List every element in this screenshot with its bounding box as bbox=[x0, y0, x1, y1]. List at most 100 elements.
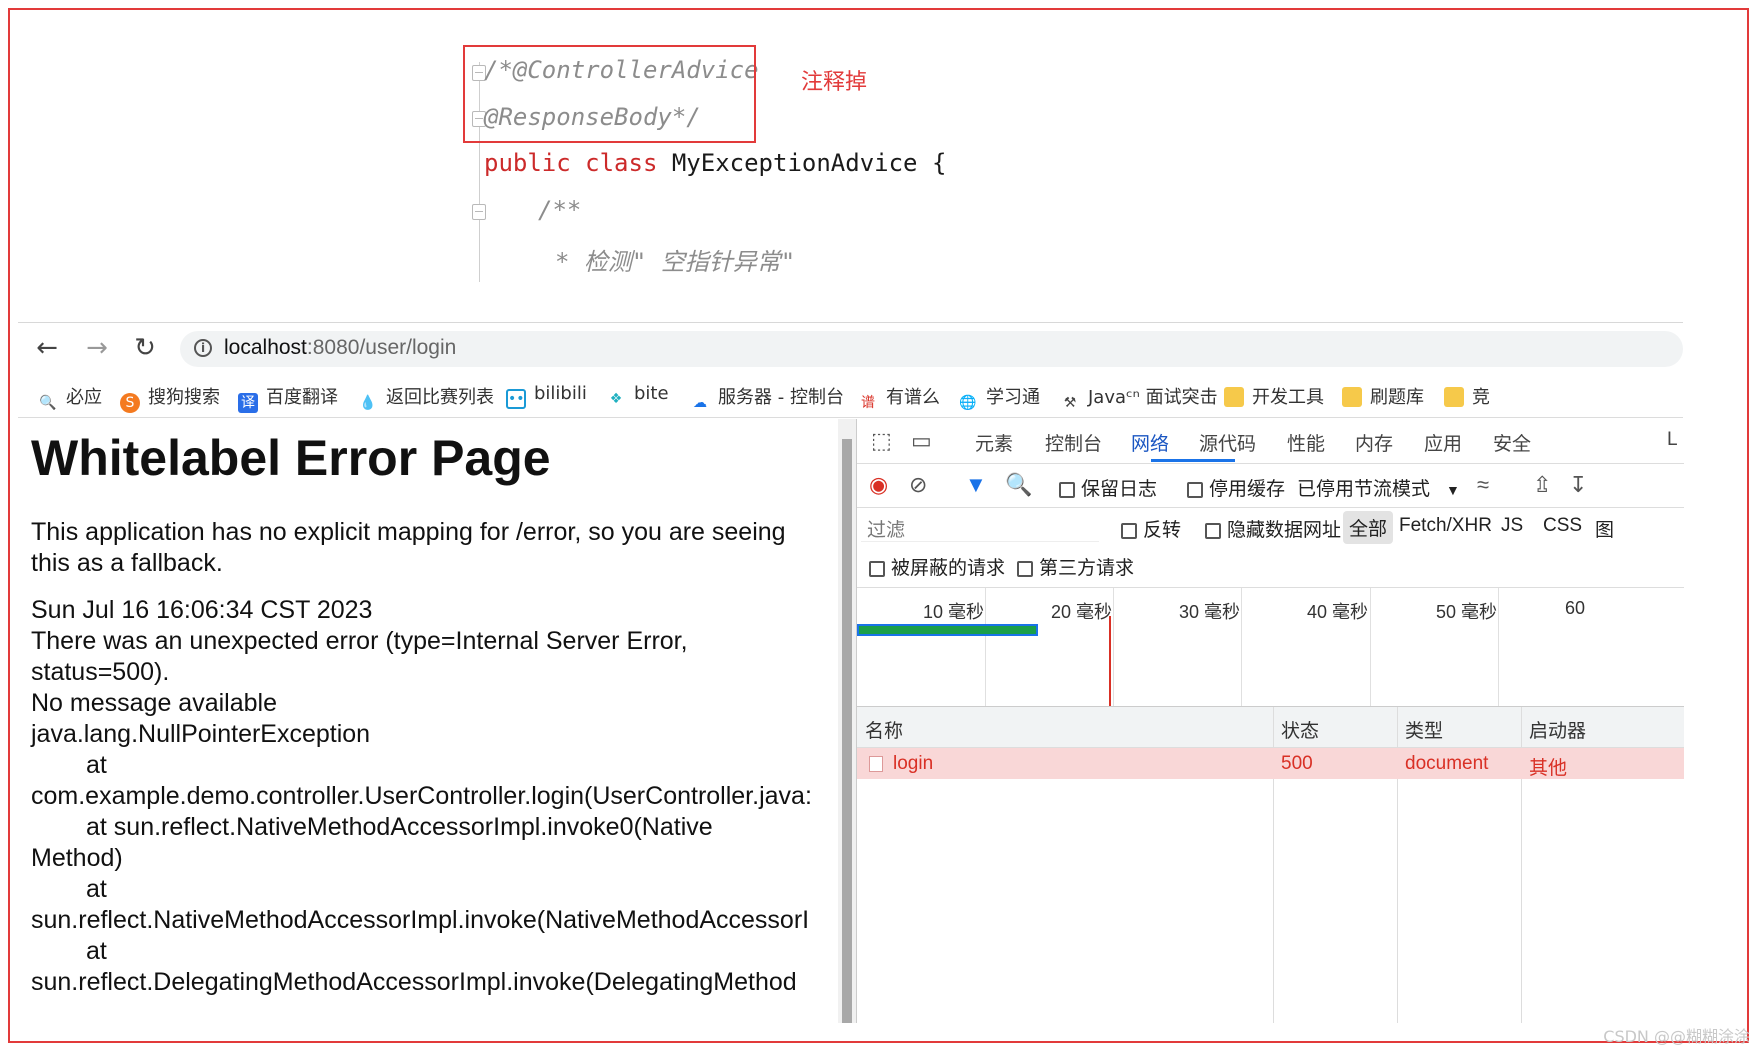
error-type-line2: status=500). bbox=[31, 658, 170, 686]
checkbox-icon[interactable] bbox=[1121, 523, 1137, 539]
bookmark-sogou[interactable]: S 搜狗搜索 bbox=[120, 383, 220, 413]
timeline-gridline bbox=[1498, 588, 1499, 706]
column-header-type[interactable]: 类型 bbox=[1405, 716, 1443, 743]
folder-icon bbox=[1224, 387, 1244, 407]
hammer-icon: ⚒ bbox=[1063, 395, 1077, 411]
checkbox-icon[interactable] bbox=[869, 561, 885, 577]
blocked-requests-checkbox[interactable]: 被屏蔽的请求 bbox=[869, 553, 1005, 580]
tab-console[interactable]: 控制台 bbox=[1045, 429, 1102, 456]
checkbox-icon[interactable] bbox=[1017, 561, 1033, 577]
fold-icon[interactable] bbox=[472, 204, 486, 220]
type-filter-fetch-xhr[interactable]: Fetch/XHR bbox=[1399, 515, 1492, 537]
tab-application[interactable]: 应用 bbox=[1424, 429, 1462, 456]
invert-label: 反转 bbox=[1143, 520, 1182, 541]
network-conditions-icon[interactable]: ≈ bbox=[1477, 473, 1489, 497]
active-tab-indicator bbox=[1151, 459, 1235, 462]
device-toolbar-icon[interactable]: ▭ bbox=[911, 429, 932, 453]
cloud-icon: ☁ bbox=[693, 395, 707, 411]
bookmark-baidu-translate[interactable]: 译百度翻译 bbox=[238, 383, 338, 413]
site-info-icon[interactable]: i bbox=[194, 339, 212, 357]
preserve-log-label: 保留日志 bbox=[1081, 479, 1158, 500]
bookmark-bing[interactable]: 🔍 必应 bbox=[38, 383, 102, 413]
bookmark-java-interview[interactable]: ⚒ Javaᶜⁿ 面试突击 bbox=[1060, 383, 1218, 413]
clear-icon[interactable]: ⊘ bbox=[909, 473, 927, 497]
type-filter-all[interactable]: 全部 bbox=[1343, 511, 1394, 544]
preserve-log-checkbox[interactable]: 保留日志 bbox=[1059, 474, 1157, 501]
record-stop-icon[interactable]: ◉ bbox=[869, 473, 888, 497]
search-icon[interactable]: 🔍 bbox=[1005, 473, 1032, 497]
tab-sources[interactable]: 源代码 bbox=[1199, 429, 1256, 456]
tab-memory[interactable]: 内存 bbox=[1355, 429, 1393, 456]
back-arrow-icon[interactable]: ← bbox=[32, 333, 62, 363]
inspect-element-icon[interactable]: ⬚ bbox=[871, 429, 892, 453]
url-host: localhost bbox=[224, 336, 307, 359]
bookmarks-bar: 🔍 必应 S 搜狗搜索 译百度翻译 💧 返回比赛列表 •• bilibili ❖ bite… bbox=[18, 373, 1683, 418]
bookmark-dev-tools[interactable]: 开发工具 bbox=[1224, 383, 1324, 409]
page-scrollbar[interactable] bbox=[838, 419, 856, 1023]
stack-at: at bbox=[86, 875, 107, 903]
checkbox-icon[interactable] bbox=[1205, 523, 1221, 539]
timestamp-text: Sun Jul 16 16:06:34 CST 2023 bbox=[31, 596, 373, 624]
bookmark-xuexitong[interactable]: 🌐 学习通 bbox=[958, 383, 1040, 413]
page-title: Whitelabel Error Page bbox=[31, 430, 551, 486]
bookmark-bilibili[interactable]: •• bilibili bbox=[506, 383, 587, 409]
import-har-icon[interactable]: ⇫ bbox=[1533, 473, 1551, 497]
filter-bar-secondary: 被屏蔽的请求 第三方请求 bbox=[857, 547, 1684, 588]
bookmark-label: 服务器 - 控制台 bbox=[718, 387, 844, 408]
timeline-gridline bbox=[1370, 588, 1371, 706]
forward-arrow-icon[interactable]: → bbox=[82, 333, 112, 363]
error-message: No message available bbox=[31, 689, 277, 717]
tab-security[interactable]: 安全 bbox=[1493, 429, 1531, 456]
throttle-select[interactable]: 已停用节流模式 ▼ bbox=[1297, 474, 1460, 501]
column-header-initiator[interactable]: 启动器 bbox=[1529, 716, 1586, 743]
filter-funnel-icon[interactable]: ▼ bbox=[965, 473, 987, 497]
type-filter-css[interactable]: CSS bbox=[1543, 515, 1582, 537]
bilibili-icon: •• bbox=[506, 389, 526, 409]
address-bar[interactable]: i localhost:8080/user/login bbox=[180, 331, 1683, 367]
tab-elements[interactable]: 元素 bbox=[975, 429, 1013, 456]
disable-cache-label: 停用缓存 bbox=[1209, 479, 1286, 500]
timeline-gridline bbox=[1241, 588, 1242, 706]
bookmark-problem-bank[interactable]: 刷题库 bbox=[1342, 383, 1424, 409]
network-timeline[interactable]: 10 毫秒 20 毫秒 30 毫秒 40 毫秒 50 毫秒 60 bbox=[857, 588, 1684, 707]
invert-checkbox[interactable]: 反转 bbox=[1121, 515, 1181, 542]
timeline-gridline bbox=[1113, 588, 1114, 706]
bookmark-youpu[interactable]: 谱有谱么 bbox=[858, 383, 940, 413]
fallback-text-line2: this as a fallback. bbox=[31, 549, 223, 577]
tab-network[interactable]: 网络 bbox=[1131, 429, 1169, 456]
bookmark-bite[interactable]: ❖ bite bbox=[606, 383, 669, 409]
hide-data-urls-checkbox[interactable]: 隐藏数据网址 bbox=[1205, 515, 1341, 542]
table-row[interactable]: login 500 document 其他 bbox=[857, 748, 1684, 779]
code-line-javadoc-text: * 检测" 空指针异常" bbox=[555, 248, 796, 276]
timeline-tick-label: 40 毫秒 bbox=[1307, 602, 1369, 622]
timeline-tick-label: 20 毫秒 bbox=[1051, 602, 1113, 622]
export-har-icon[interactable]: ↧ bbox=[1569, 473, 1587, 497]
stack-trace-line: Method) bbox=[31, 844, 123, 872]
checkbox-icon[interactable] bbox=[1187, 482, 1203, 498]
page-content: Whitelabel Error Page This application h… bbox=[18, 419, 838, 1023]
column-header-name[interactable]: 名称 bbox=[865, 716, 903, 743]
type-filter-js[interactable]: JS bbox=[1501, 515, 1523, 537]
annotation-label: 注释掉 bbox=[801, 70, 868, 95]
tab-overflow[interactable]: L bbox=[1667, 429, 1678, 451]
bookmark-contest[interactable]: 竞 bbox=[1444, 383, 1490, 409]
bookmark-contest-list[interactable]: 💧 返回比赛列表 bbox=[358, 383, 494, 413]
scrollbar-thumb[interactable] bbox=[842, 439, 852, 1023]
timeline-tick-label: 30 毫秒 bbox=[1179, 602, 1241, 622]
stack-trace-line: at sun.reflect.NativeMethodAccessorImpl.… bbox=[86, 813, 713, 841]
third-party-checkbox[interactable]: 第三方请求 bbox=[1017, 553, 1134, 580]
type-filter-img[interactable]: 图 bbox=[1595, 515, 1614, 542]
disable-cache-checkbox[interactable]: 停用缓存 bbox=[1187, 474, 1285, 501]
column-header-status[interactable]: 状态 bbox=[1281, 716, 1319, 743]
request-name: login bbox=[893, 753, 934, 774]
filter-input[interactable]: 过滤 bbox=[861, 511, 1099, 542]
checkbox-icon[interactable] bbox=[1059, 482, 1075, 498]
reload-icon[interactable]: ↻ bbox=[130, 333, 160, 363]
bookmark-server-console[interactable]: ☁ 服务器 - 控制台 bbox=[690, 383, 844, 413]
request-table-header: 名称 状态 类型 启动器 bbox=[857, 707, 1684, 748]
request-initiator: 其他 bbox=[1529, 758, 1568, 779]
code-line-javadoc-open: /** bbox=[538, 196, 582, 224]
tab-performance[interactable]: 性能 bbox=[1287, 429, 1325, 456]
url-text[interactable]: localhost:8080/user/login bbox=[224, 336, 456, 360]
sogou-icon: S bbox=[120, 393, 140, 413]
